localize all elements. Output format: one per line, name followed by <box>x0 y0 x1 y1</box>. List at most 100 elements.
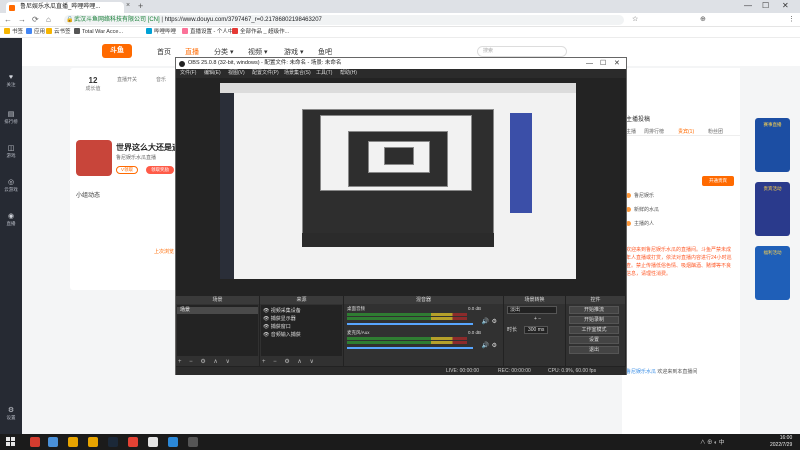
sidebar-item-cloud[interactable]: ◎ 云游戏 <box>0 178 22 193</box>
stat-live-switch[interactable]: 直播开关 <box>112 76 142 83</box>
bookmark-item[interactable]: 全部作品 _ 超级作... <box>232 27 289 38</box>
chrome-icon[interactable] <box>148 437 158 447</box>
taskbar-app-icon[interactable] <box>30 437 40 447</box>
nav-category[interactable]: 分类 ▾ <box>214 47 233 57</box>
bookmark-item[interactable]: 书签 <box>4 27 23 38</box>
menu-help[interactable]: 帮助(H) <box>340 69 357 78</box>
scenes-dock-buttons[interactable]: + − ⚙ ∧ ∨ <box>178 358 233 365</box>
start-recording-button[interactable]: 开始录制 <box>569 316 619 324</box>
start-button[interactable] <box>6 437 16 447</box>
nav-games[interactable]: 游戏 ▾ <box>284 47 303 57</box>
last-browsed-link[interactable]: 上次浏览 <box>154 248 174 255</box>
home-icon[interactable]: ⌂ <box>46 15 51 24</box>
nav-video[interactable]: 视频 ▾ <box>248 47 267 57</box>
obs-preview[interactable] <box>176 78 626 296</box>
obs-minimize-icon[interactable]: — <box>586 58 593 69</box>
transition-add-remove[interactable]: + − <box>534 316 541 322</box>
taskbar-app-icon[interactable] <box>168 437 178 447</box>
obs-close-icon[interactable]: ✕ <box>614 58 620 69</box>
gear-icon[interactable]: ⚙ <box>492 342 497 349</box>
tab-fans[interactable]: 粉丝团 <box>708 128 723 135</box>
sidebar-item-rank[interactable]: ▤ 排行榜 <box>0 110 22 125</box>
clock[interactable]: 16:00 2022/7/29 <box>770 435 792 449</box>
claim-reward-button[interactable]: 领取奖励 <box>146 166 174 174</box>
site-search-input[interactable]: 搜索 <box>477 46 567 57</box>
chat-panel: 主播投稿 主播 周排行榜 贵宾(1) 粉丝团 开通贵宾 鲁尼娱乐 新鲜的水瓜 主… <box>622 68 740 434</box>
duration-input[interactable]: 300 ms <box>524 326 549 334</box>
maximize-icon[interactable]: ☐ <box>762 1 769 10</box>
tab-close-icon[interactable]: × <box>126 2 130 9</box>
taskbar-app-icon[interactable] <box>68 437 78 447</box>
claim-v-button[interactable]: V领取 <box>116 166 138 174</box>
start-streaming-button[interactable]: 开始推流 <box>569 306 619 314</box>
menu-file[interactable]: 文件(F) <box>180 69 196 78</box>
sidebar-item-follow[interactable]: ♥ 关注 <box>0 74 22 88</box>
tab-weekly-rank[interactable]: 周排行榜 <box>644 128 664 135</box>
close-window-icon[interactable]: ✕ <box>782 1 789 10</box>
mixer-channel-db: 0.0 dB <box>467 330 481 335</box>
stat-music[interactable]: 音乐 <box>146 76 176 83</box>
scene-item[interactable]: 场景 <box>177 307 258 314</box>
mixer-channel-db: 0.0 dB <box>467 306 481 311</box>
back-icon[interactable]: ← <box>4 15 12 24</box>
obs-menu-bar: 文件(F) 编辑(E) 视图(V) 配置文件(P) 场景集合(S) 工具(T) … <box>176 69 626 78</box>
douyu-logo[interactable]: 斗鱼 <box>102 44 132 58</box>
obs-taskbar-icon[interactable] <box>188 437 198 447</box>
minimize-icon[interactable]: — <box>744 1 752 10</box>
sidebar-item-live[interactable]: ◉ 直播 <box>0 212 22 227</box>
steam-icon[interactable] <box>108 437 118 447</box>
bookmark-item[interactable]: Total War Acce... <box>74 27 123 38</box>
browser-tab[interactable]: 鲁尼娱乐水瓜直播_哔哩哔哩... <box>6 2 124 13</box>
taskbar-app-icon[interactable] <box>88 437 98 447</box>
bookmark-star-icon[interactable]: ☆ <box>632 15 638 23</box>
speaker-icon[interactable]: 🔊 <box>482 342 489 349</box>
bookmark-item[interactable]: 直播设置 - 个人中... <box>182 27 238 38</box>
bookmark-item[interactable]: 云书签 <box>46 27 71 38</box>
promo-card[interactable]: 福利活动 <box>755 246 790 300</box>
tab-vip[interactable]: 贵宾(1) <box>678 128 694 135</box>
source-item[interactable]: 👁 视频采集设备 <box>263 307 301 314</box>
settings-button[interactable]: 设置 <box>569 336 619 344</box>
extension-icon[interactable]: ⊕ <box>700 15 706 23</box>
bookmark-item[interactable]: 应用 <box>26 27 45 38</box>
obs-maximize-icon[interactable]: ☐ <box>600 58 606 69</box>
menu-profile[interactable]: 配置文件(P) <box>252 69 279 78</box>
reload-icon[interactable]: ⟳ <box>32 15 39 24</box>
menu-view[interactable]: 视图(V) <box>228 69 245 78</box>
menu-tools[interactable]: 工具(T) <box>316 69 332 78</box>
file-explorer-icon[interactable] <box>48 437 58 447</box>
panel-tabs: 主播 周排行榜 贵宾(1) 粉丝团 <box>622 126 740 136</box>
promo-card[interactable]: 赛事直播 <box>755 118 790 172</box>
forward-icon[interactable]: → <box>18 15 26 24</box>
rec-timer: REC: 00:00:00 <box>498 368 531 374</box>
transition-select[interactable]: 淡出 <box>507 306 557 314</box>
exit-button[interactable]: 退出 <box>569 346 619 354</box>
sources-dock-buttons[interactable]: + − ⚙ ∧ ∨ <box>262 358 317 365</box>
nav-fishbar[interactable]: 鱼吧 <box>318 47 332 57</box>
nav-home[interactable]: 首页 <box>157 47 171 57</box>
site-icon <box>74 28 80 34</box>
system-tray[interactable]: ∧ ⊕ ◐ 中 <box>700 438 724 446</box>
menu-edit[interactable]: 编辑(E) <box>204 69 221 78</box>
bilibili-icon <box>146 28 152 34</box>
url-input[interactable]: 🔒 武汉斗鱼网络科技有限公司 [CN] | https://www.douyu.… <box>64 15 624 25</box>
speaker-icon[interactable]: 🔊 <box>482 318 489 325</box>
menu-scene-collection[interactable]: 场景集合(S) <box>284 69 311 78</box>
gear-icon[interactable]: ⚙ <box>492 318 497 325</box>
taskbar-app-icon[interactable] <box>128 437 138 447</box>
new-tab-icon[interactable]: + <box>138 1 143 11</box>
source-item[interactable]: 👁 捕获窗口 <box>263 323 291 330</box>
nav-live[interactable]: 直播 <box>185 47 199 57</box>
studio-mode-button[interactable]: 工作室模式 <box>569 326 619 334</box>
volume-slider[interactable] <box>347 347 473 349</box>
volume-slider[interactable] <box>347 323 473 325</box>
bookmark-item[interactable]: 哔哩哔哩 <box>146 27 176 38</box>
sidebar-item-settings[interactable]: ⚙ 设置 <box>0 406 22 421</box>
open-vip-button[interactable]: 开通贵宾 <box>702 176 734 186</box>
source-item[interactable]: 👁 音频输入捕获 <box>263 331 301 338</box>
tab-anchor[interactable]: 主播 <box>626 128 636 135</box>
menu-icon[interactable]: ⋮ <box>788 15 795 23</box>
source-item[interactable]: 👁 捕获显示器 <box>263 315 296 322</box>
promo-card[interactable]: 贵宾活动 <box>755 182 790 236</box>
sidebar-item-games[interactable]: ◫ 游戏 <box>0 144 22 159</box>
